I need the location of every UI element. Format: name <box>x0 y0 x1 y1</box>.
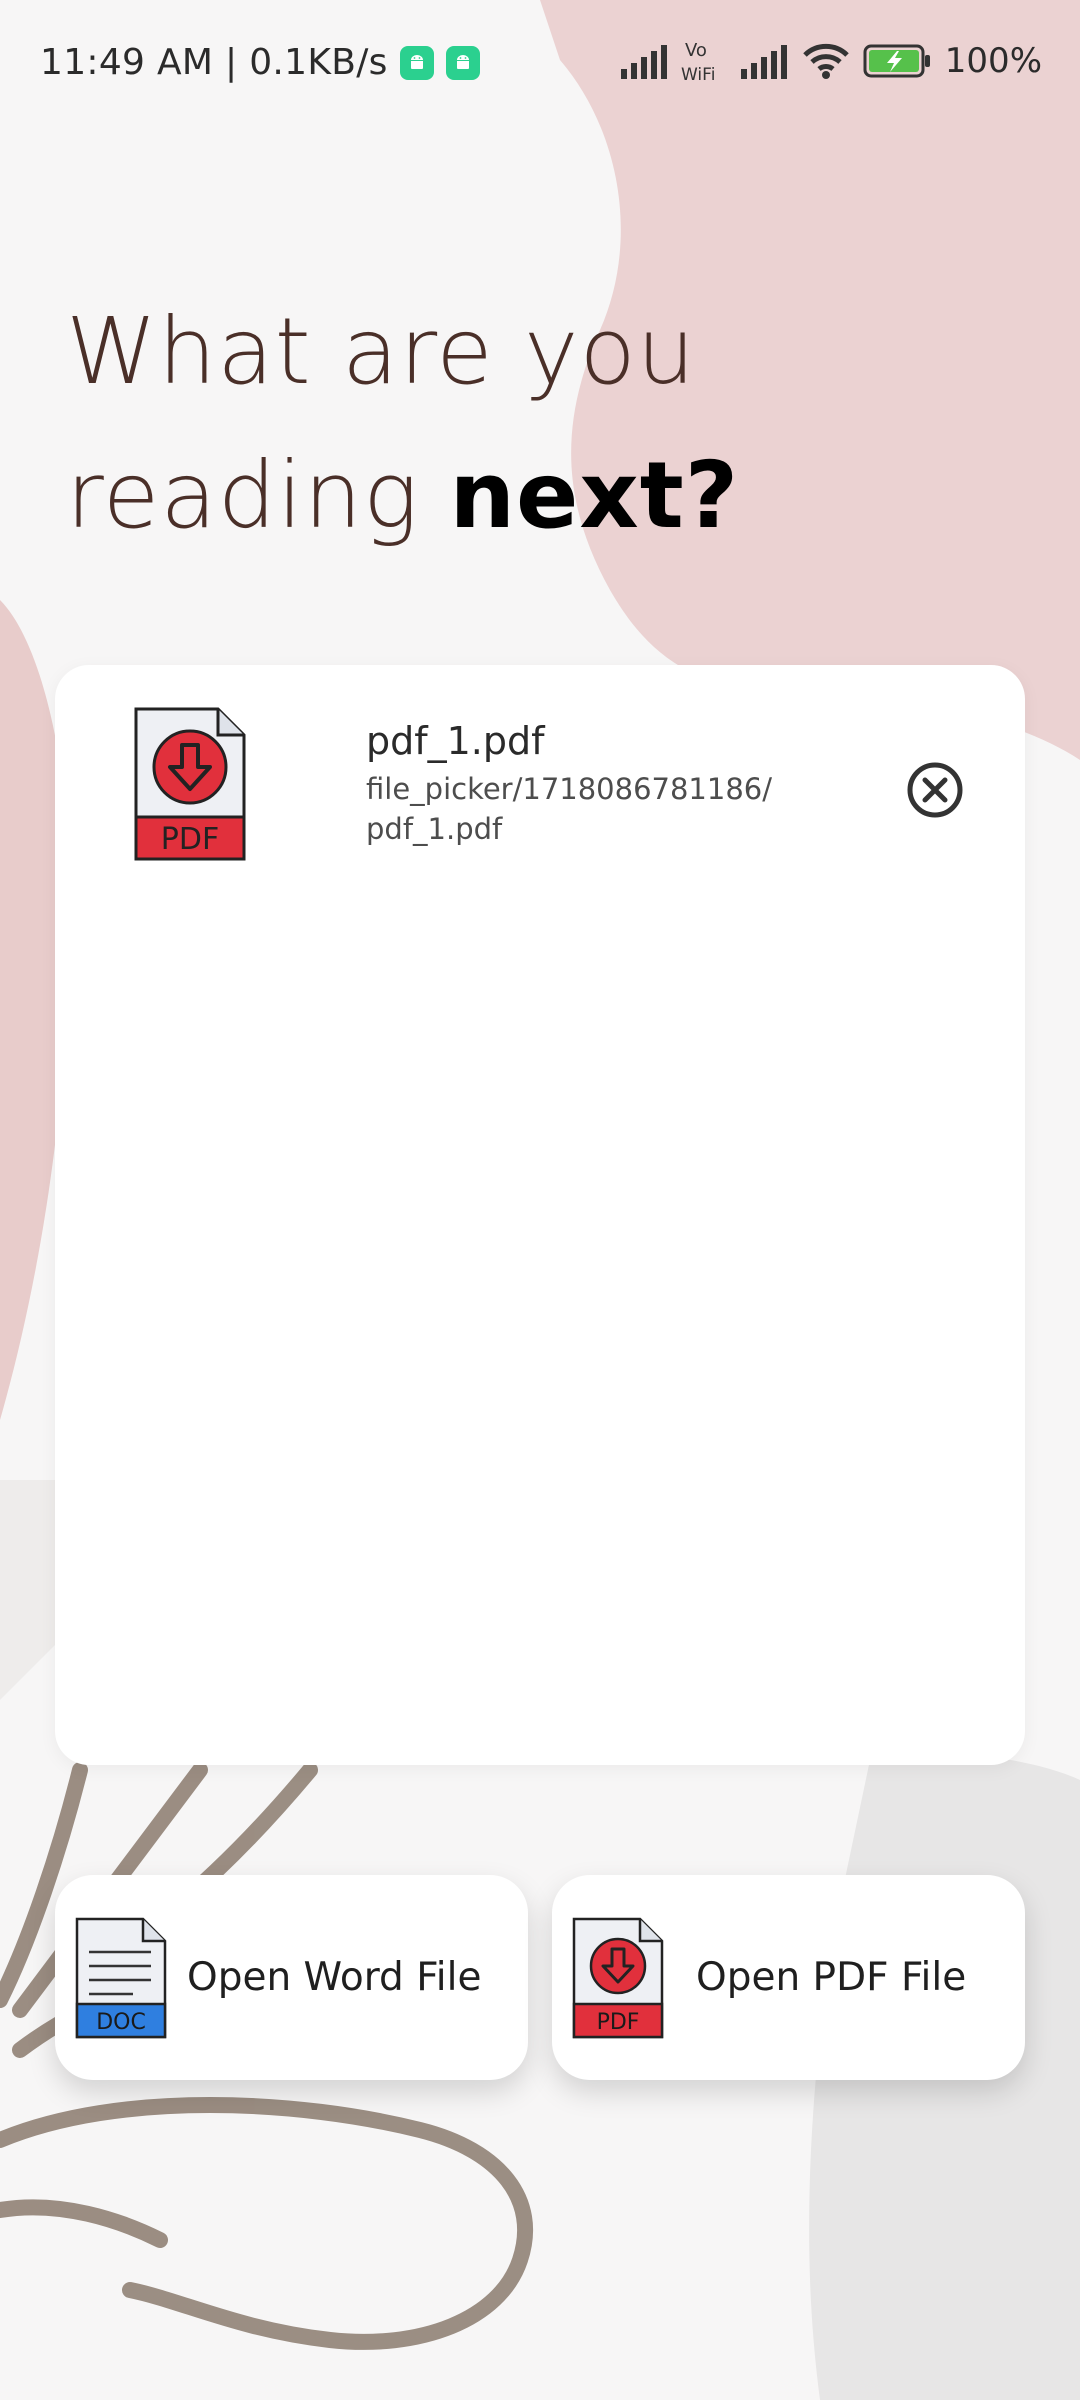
battery-charging-icon <box>863 44 930 78</box>
svg-text:PDF: PDF <box>597 2010 640 2035</box>
file-path: file_picker/1718086781186/pdf_1.pdf <box>366 772 772 846</box>
title-line-2: reading next? <box>66 424 739 568</box>
svg-text:WiFi: WiFi <box>681 65 715 84</box>
android-notification-icon <box>399 45 434 80</box>
open-word-file-label: Open Word File <box>187 1955 482 2000</box>
pdf-file-icon: PDF <box>572 1917 664 2038</box>
vowifi-icon: Vo WiFi <box>681 40 715 84</box>
status-time-speed: 11:49 AM | 0.1KB/s <box>40 42 388 83</box>
status-bar: 11:49 AM | 0.1KB/s Vo WiFi 100% <box>0 0 1080 130</box>
file-list-item[interactable]: PDF pdf_1.pdf file_picker/1718086781186/… <box>130 705 963 865</box>
remove-file-button[interactable] <box>905 760 965 820</box>
signal-icon <box>620 45 667 79</box>
open-word-file-button[interactable]: DOC Open Word File <box>55 1875 528 2080</box>
page-title: What are you reading next? <box>66 280 739 568</box>
status-right: Vo WiFi 100% <box>619 38 1042 84</box>
title-regular-text: reading <box>66 442 450 549</box>
open-pdf-file-button[interactable]: PDF Open PDF File <box>552 1875 1025 2080</box>
title-line-1: What are you <box>66 298 697 405</box>
open-pdf-file-label: Open PDF File <box>696 1955 967 2000</box>
svg-text:DOC: DOC <box>96 2010 146 2035</box>
svg-text:Vo: Vo <box>685 40 707 61</box>
file-text-block: pdf_1.pdf file_picker/1718086781186/pdf_… <box>366 719 786 849</box>
battery-percentage: 100% <box>944 41 1042 81</box>
file-name: pdf_1.pdf <box>366 719 545 763</box>
android-notification-icon <box>445 45 480 80</box>
title-bold-text: next? <box>449 442 740 549</box>
signal-icon <box>740 45 787 79</box>
pdf-file-icon: PDF <box>134 707 246 861</box>
selected-files-card: PDF pdf_1.pdf file_picker/1718086781186/… <box>55 665 1025 1765</box>
status-left: 11:49 AM | 0.1KB/s <box>40 42 480 83</box>
wifi-icon <box>803 43 849 79</box>
doc-file-icon: DOC <box>75 1917 167 2038</box>
svg-text:PDF: PDF <box>161 822 219 857</box>
